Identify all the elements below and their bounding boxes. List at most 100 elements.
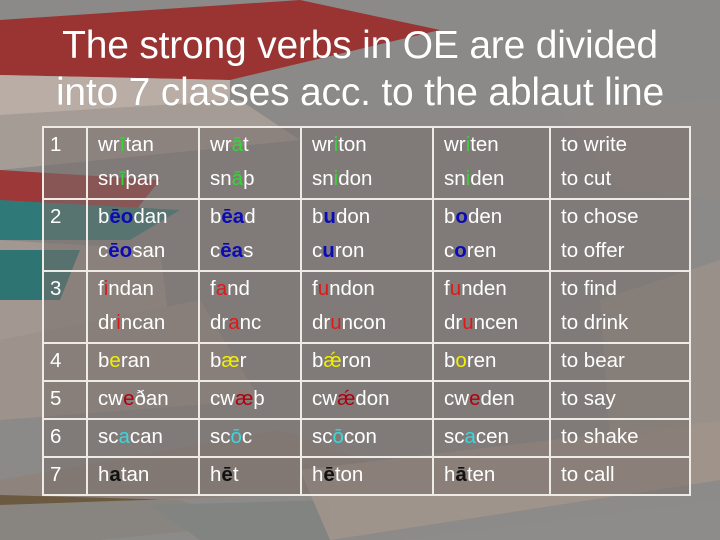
meaning-cell: to shake [549, 418, 691, 458]
stem-suffix: san [132, 239, 166, 262]
stem-prefix: dr [98, 311, 117, 334]
verb-form: hēton [312, 458, 432, 492]
stem-prefix: h [98, 463, 110, 486]
verb-form: cwǽdon [312, 382, 432, 416]
past-singular-cell: scōc [198, 418, 302, 458]
meaning: to write [561, 133, 628, 156]
verb-form: writon [312, 128, 432, 162]
verb-form: dranc [210, 306, 300, 340]
verb-form: findan [98, 272, 198, 306]
ablaut-vowel: ǽ [323, 349, 342, 372]
ablaut-vowel: e [469, 387, 481, 410]
ablaut-vowel: e [123, 387, 135, 410]
meaning: to cut [561, 167, 612, 190]
stem-suffix: ndan [108, 277, 154, 300]
ablaut-vowel: ō [332, 425, 344, 448]
ablaut-table: 1 wrītan snīþan wrāt snāþ writon snidon writen s… [42, 126, 691, 496]
ablaut-vowel: ēo [108, 239, 133, 262]
stem-suffix: ron [341, 349, 372, 372]
stem-suffix: r [239, 349, 247, 372]
participle-ii-cell: cweden [432, 380, 551, 420]
verb-form: druncen [444, 306, 549, 340]
past-singular-cell: fand dranc [198, 270, 302, 344]
stem-prefix: cw [444, 387, 470, 410]
past-singular-cell: bær [198, 342, 302, 382]
meaning: to drink [561, 311, 629, 334]
ablaut-vowel: a [109, 463, 121, 486]
infinitive-cell: scacan [86, 418, 200, 458]
past-plural-cell: cwǽdon [300, 380, 434, 420]
stem-suffix: ran [120, 349, 151, 372]
verb-form: sniden [444, 162, 549, 196]
stem-suffix: nden [461, 277, 507, 300]
class-number: 3 [42, 270, 88, 344]
ablaut-vowel: u [323, 205, 336, 228]
participle-ii-cell: scacen [432, 418, 551, 458]
verb-form: cēas [210, 234, 300, 268]
meaning: to shake [561, 425, 639, 448]
stem-suffix: den [480, 387, 515, 410]
ablaut-table-body: 1 wrītan snīþan wrāt snāþ writon snidon writen s… [42, 126, 691, 496]
stem-suffix: cen [475, 425, 509, 448]
stem-prefix: sn [444, 167, 466, 190]
stem-suffix: þ [253, 387, 265, 410]
stem-prefix: b [210, 349, 222, 372]
verb-form: snidon [312, 162, 432, 196]
stem-prefix: b [312, 349, 324, 372]
stem-suffix: con [343, 425, 377, 448]
stem-prefix: wr [210, 133, 232, 156]
meaning: to say [561, 387, 616, 410]
slide-title: The strong verbs in OE are divided into … [0, 22, 720, 116]
past-singular-cell: cwæþ [198, 380, 302, 420]
infinitive-cell: hatan [86, 456, 200, 496]
verb-form: cwæþ [210, 382, 300, 416]
verb-form: wrāt [210, 128, 300, 162]
verb-class-row: 4 beran bær bǽron boren to bear [42, 342, 691, 382]
stem-suffix: den [470, 167, 505, 190]
class-number: 1 [42, 126, 88, 200]
verb-form: scōc [210, 420, 300, 454]
verb-form: boden [444, 200, 549, 234]
stem-suffix: don [338, 167, 373, 190]
verb-form: hāten [444, 458, 549, 492]
class-number: 6 [42, 418, 88, 458]
stem-prefix: dr [312, 311, 331, 334]
stem-suffix: ðan [134, 387, 169, 410]
stem-prefix: wr [98, 133, 120, 156]
infinitive-cell: beran [86, 342, 200, 382]
participle-ii-cell: funden druncen [432, 270, 551, 344]
stem-prefix: cw [312, 387, 338, 410]
stem-prefix: wr [312, 133, 334, 156]
stem-suffix: nd [227, 277, 250, 300]
meaning-cell: to call [549, 456, 691, 496]
verb-form: snāþ [210, 162, 300, 196]
class-number: 7 [42, 456, 88, 496]
ablaut-vowel: u [449, 277, 462, 300]
verb-form: druncon [312, 306, 432, 340]
meaning-cell: to bear [549, 342, 691, 382]
stem-prefix: cw [98, 387, 124, 410]
past-plural-cell: scōcon [300, 418, 434, 458]
stem-suffix: dan [133, 205, 168, 228]
verb-class-row: 1 wrītan snīþan wrāt snāþ writon snidon writen s… [42, 126, 691, 200]
verb-form: fand [210, 272, 300, 306]
verb-form: scōcon [312, 420, 432, 454]
past-singular-cell: wrāt snāþ [198, 126, 302, 200]
stem-suffix: ten [470, 133, 499, 156]
stem-suffix: t [232, 463, 239, 486]
ablaut-vowel: ā [231, 133, 244, 156]
stem-prefix: dr [444, 311, 463, 334]
participle-ii-cell: hāten [432, 456, 551, 496]
stem-suffix: don [335, 205, 371, 228]
ablaut-vowel: ēo [109, 205, 134, 228]
verb-form: scacan [98, 420, 198, 454]
stem-suffix: can [129, 425, 163, 448]
ablaut-vowel: o [455, 205, 468, 228]
stem-suffix: t [243, 133, 249, 156]
verb-form: beran [98, 344, 198, 378]
stem-suffix: den [467, 205, 503, 228]
verb-form: cweden [444, 382, 549, 416]
verb-form: funden [444, 272, 549, 306]
stem-prefix: b [98, 205, 110, 228]
stem-suffix: ton [334, 463, 364, 486]
